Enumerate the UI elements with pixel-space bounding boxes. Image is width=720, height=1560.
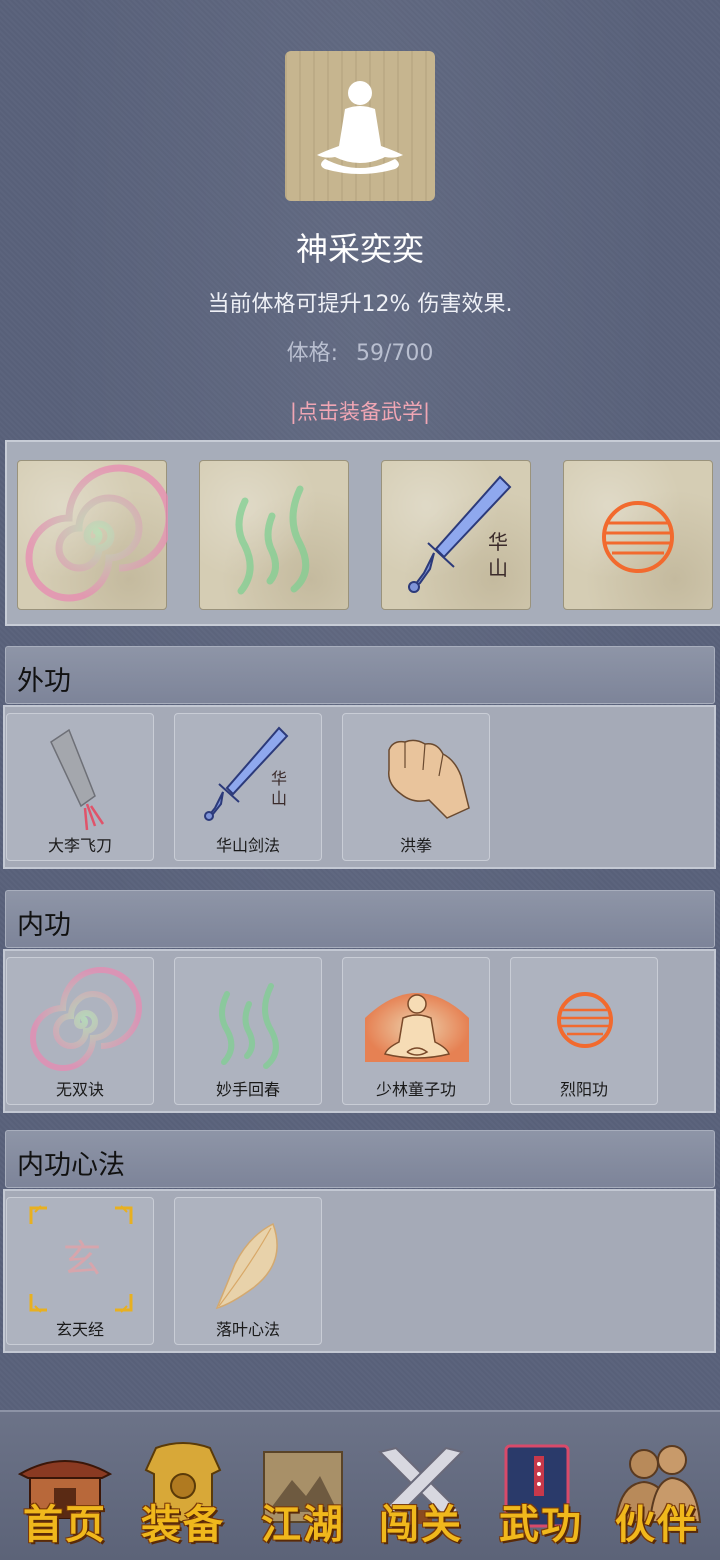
physique-label: 体格: <box>286 341 338 366</box>
nav-label: 武功 <box>499 1501 583 1548</box>
svg-text:华: 华 <box>488 530 508 554</box>
nav-label: 闯关 <box>379 1501 463 1548</box>
svg-text:玄: 玄 <box>63 1237 101 1281</box>
flying-knife-icon <box>50 728 105 831</box>
skill-card-miaoshou[interactable]: 妙手回春 <box>174 957 322 1105</box>
skill-label: 落叶心法 <box>215 1320 280 1339</box>
svg-text:华: 华 <box>271 769 287 788</box>
status-title: 神采奕奕 <box>295 230 424 268</box>
skill-card-shaolin[interactable]: 少林童子功 <box>342 957 490 1105</box>
nav-companions[interactable]: 伙伴 <box>602 1430 712 1550</box>
skill-card-fist[interactable]: 洪拳 <box>342 713 490 861</box>
svg-text:山: 山 <box>488 556 508 580</box>
skill-card-lieyang[interactable]: 烈阳功 <box>510 957 658 1105</box>
section-body-inner: 无双诀 妙手回春 少林童子功 烈阳功 <box>3 949 716 1113</box>
equip-skill-link[interactable]: |点击装备武学| <box>0 396 720 426</box>
section-header-outer: 外功 <box>5 646 715 704</box>
nav-home[interactable]: 首页 <box>10 1430 120 1550</box>
nav-label: 江湖 <box>261 1501 345 1548</box>
fire-orb-icon <box>602 501 674 573</box>
equipped-slots-panel: 华 山 <box>5 440 720 626</box>
meditating-figure-icon <box>317 81 403 174</box>
section-header-inner: 内功 <box>5 890 715 948</box>
equipped-slot-4[interactable] <box>563 460 713 610</box>
physique-stat: 体格: 59/700 <box>0 335 720 367</box>
swirl-icon <box>30 967 142 1071</box>
skill-label: 妙手回春 <box>215 1080 280 1099</box>
skill-card-luoye[interactable]: 落叶心法 <box>174 1197 322 1345</box>
fire-orb-icon <box>557 992 613 1048</box>
meditating-monk-icon <box>365 993 469 1062</box>
status-description: 当前体格可提升12% 伤害效果. <box>207 292 513 317</box>
physique-value: 59/700 <box>356 341 434 366</box>
wind-icon <box>235 485 310 595</box>
nav-martial-arts[interactable]: 武功 <box>486 1430 596 1550</box>
equipped-slot-3[interactable]: 华 山 <box>381 460 531 610</box>
section-header-mind: 内功心法 <box>5 1130 715 1188</box>
section-title-inner: 内功 <box>17 910 71 941</box>
skill-card-wushuang[interactable]: 无双诀 <box>6 957 154 1105</box>
skill-label: 玄天经 <box>55 1320 104 1339</box>
skill-label: 华山剑法 <box>215 836 280 855</box>
nav-label: 首页 <box>23 1501 107 1548</box>
skill-card-xuantian[interactable]: 玄 玄天经 <box>6 1197 154 1345</box>
fist-icon <box>388 739 470 819</box>
skill-label: 少林童子功 <box>375 1080 456 1099</box>
scroll-glyph-icon: 玄 <box>29 1205 133 1313</box>
equipped-slot-1[interactable] <box>17 460 173 610</box>
svg-text:山: 山 <box>271 789 287 808</box>
sword-icon: 华 山 <box>408 475 512 593</box>
swirl-icon <box>25 464 173 602</box>
nav-label: 装备 <box>141 1501 225 1548</box>
wind-icon <box>219 983 279 1069</box>
nav-label: 伙伴 <box>615 1501 699 1548</box>
section-title-outer: 外功 <box>17 666 71 697</box>
leaf-icon <box>215 1222 278 1310</box>
skill-card-flying-knife[interactable]: 大李飞刀 <box>6 713 154 861</box>
skill-label: 大李飞刀 <box>47 836 112 855</box>
meditation-avatar <box>285 51 435 201</box>
section-body-mind: 玄 玄天经 落叶心法 <box>3 1189 716 1353</box>
nav-jianghu[interactable]: 江湖 <box>248 1430 358 1550</box>
sword-icon: 华 山 <box>204 726 289 821</box>
equipped-slot-2[interactable] <box>199 460 349 610</box>
nav-challenge[interactable]: 闯关 <box>366 1430 476 1550</box>
section-body-outer: 大李飞刀 华 山 华山剑法 洪拳 <box>3 705 716 869</box>
skill-label: 洪拳 <box>399 836 432 855</box>
section-title-mind: 内功心法 <box>17 1150 125 1181</box>
skill-card-huashan-sword[interactable]: 华 山 华山剑法 <box>174 713 322 861</box>
skill-label: 无双诀 <box>55 1080 104 1099</box>
skill-label: 烈阳功 <box>559 1080 608 1099</box>
nav-equipment[interactable]: 装备 <box>128 1430 238 1550</box>
bottom-nav: 首页 装备 江湖 闯关 武功 伙伴 <box>0 1410 720 1560</box>
